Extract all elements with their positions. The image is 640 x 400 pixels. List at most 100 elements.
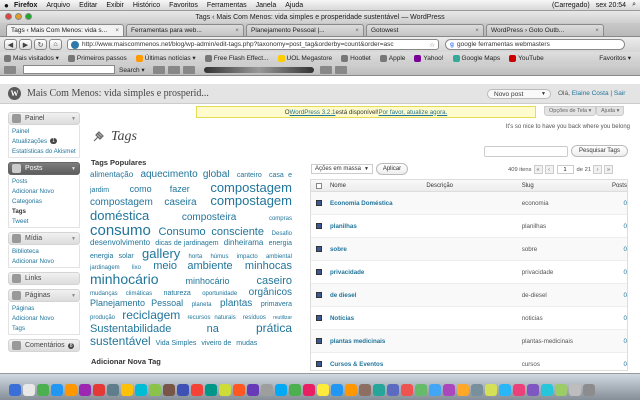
clock[interactable]: sex 20:54 [596,2,626,9]
close-window-icon[interactable] [5,13,12,20]
dock-app-icon[interactable] [583,384,595,396]
dock-app-icon[interactable] [303,384,315,396]
last-page-icon[interactable]: » [604,165,614,174]
update-now-link[interactable]: Por favor, atualize agora. [379,109,448,116]
tag-cloud-link[interactable]: minhocário [90,271,158,287]
bookmark-uol[interactable]: UOL Megastore [277,54,332,62]
sidebar-item-posts[interactable]: Posts [12,176,79,186]
bookmark-favoritos[interactable]: Favoritos ▾ [599,54,631,62]
menu-exibir[interactable]: Exibir [106,2,124,9]
bookmark-mais-visitados[interactable]: Mais visitados ▾ [4,54,59,62]
sidebar-item-akismet[interactable]: Estatísticas do Akismet [12,146,79,156]
addon-search-button[interactable]: Search ▾ [119,66,145,74]
tag-cloud-link[interactable]: mudanças climáticas [90,291,152,297]
tag-cloud-link[interactable]: mudas [236,340,257,347]
dock-app-icon[interactable] [401,384,413,396]
tag-cloud-link[interactable]: minhocas [245,260,292,272]
tag-cloud-link[interactable]: compostagem [210,193,292,208]
tab-gotowest[interactable]: Gotowest × [366,24,484,36]
addon-icon[interactable] [167,65,180,74]
tag-cloud-link[interactable]: canteiro [237,172,262,179]
tag-cloud-link[interactable]: Vida Simples [156,340,197,347]
tag-cloud-link[interactable]: Consumo consciente [159,226,264,238]
tag-search-input[interactable] [484,146,568,157]
new-post-dropdown[interactable]: Novo post ▼ [487,89,551,99]
tag-cloud-link[interactable]: casa e [269,172,292,179]
dock-app-icon[interactable] [289,384,301,396]
close-tab-icon[interactable]: × [351,27,359,34]
tag-cloud-link[interactable]: plantas [220,298,252,309]
sidebar-item-biblioteca[interactable]: Biblioteca [12,246,79,256]
dock-app-icon[interactable] [443,384,455,396]
dock-app-icon[interactable] [555,384,567,396]
dock-app-icon[interactable] [513,384,525,396]
dock-app-icon[interactable] [331,384,343,396]
addon-search-input[interactable] [23,65,115,74]
tag-cloud-link[interactable]: recursos naturais [187,315,235,321]
dock-app-icon[interactable] [135,384,147,396]
addon-icon[interactable] [334,65,347,74]
dock-app-icon[interactable] [233,384,245,396]
help-tab[interactable]: Ajuda ▾ [596,106,625,116]
tag-cloud-link[interactable]: jardim [90,187,109,194]
dock-app-icon[interactable] [415,384,427,396]
tag-name-link[interactable]: Cursos & Eventos [330,361,426,368]
dock-app-icon[interactable] [51,384,63,396]
dock-app-icon[interactable] [107,384,119,396]
prev-page-icon[interactable]: ‹ [544,165,554,174]
tag-cloud-link[interactable]: como fazer [130,184,190,194]
menu-arquivo[interactable]: Arquivo [46,2,70,9]
tag-cloud-link[interactable]: compostagem caseira [90,197,197,208]
addon-icon[interactable] [182,65,195,74]
menu-midia[interactable]: Mídia ▼ [8,232,80,245]
dock-app-icon[interactable] [429,384,441,396]
tag-cloud-link[interactable]: planeta [192,302,212,308]
bookmark-apple[interactable]: Apple [379,54,405,62]
home-icon[interactable]: ⌂ [49,39,62,50]
tag-name-link[interactable]: de diesel [330,292,426,299]
tag-cloud-link[interactable]: natureza [164,290,191,297]
dock-app-icon[interactable] [191,384,203,396]
menu-favoritos[interactable]: Favoritos [169,2,198,9]
sidebar-item-tweet[interactable]: Tweet [12,216,79,226]
menu-historico[interactable]: Histórico [133,2,160,9]
addon-icon[interactable] [319,65,332,74]
chevron-down-icon[interactable]: ▼ [71,293,76,299]
search-engine-icon[interactable]: g [450,41,454,48]
menu-editar[interactable]: Editar [79,2,97,9]
dock-app-icon[interactable] [219,384,231,396]
back-icon[interactable]: ◀ [4,39,17,50]
tag-post-count[interactable]: 0 [603,338,627,345]
tag-cloud-link[interactable]: alimentação [90,170,133,179]
bookmark-hootlet[interactable]: Hootlet [341,54,371,62]
menu-janela[interactable]: Janela [256,2,277,9]
tag-cloud-link[interactable]: oportunidade [202,291,237,297]
search-tags-button[interactable]: Pesquisar Tags [571,145,628,157]
tag-cloud-link[interactable]: produção [90,315,115,321]
spotlight-icon[interactable]: ⌕ [632,1,636,9]
dock-app-icon[interactable] [121,384,133,396]
dock-app-icon[interactable] [317,384,329,396]
row-checkbox[interactable] [316,361,322,367]
tag-cloud-link[interactable]: lixo [132,265,141,271]
sidebar-item-painel[interactable]: Painel [12,126,79,136]
dock-app-icon[interactable] [23,384,35,396]
row-checkbox[interactable] [316,246,322,252]
tab-wordpress[interactable]: WordPress › Goto Outb... × [486,24,604,36]
chevron-down-icon[interactable]: ▼ [71,116,76,122]
menu-app[interactable]: Firefox [14,2,37,9]
site-name[interactable]: Mais Com Menos: vida simples e prosperid… [27,88,209,99]
row-checkbox[interactable] [316,292,322,298]
tag-post-count[interactable]: 0 [603,269,627,276]
tag-cloud-link[interactable]: Sustentabilidade na [90,323,219,335]
tag-name-link[interactable]: sobre [330,246,426,253]
dock-app-icon[interactable] [359,384,371,396]
dock-app-icon[interactable] [387,384,399,396]
dock-app-icon[interactable] [149,384,161,396]
tag-cloud-link[interactable]: prática [256,321,292,335]
tag-cloud-link[interactable]: Planejamento Pessoal [90,298,183,308]
chevron-down-icon[interactable]: ▼ [71,236,76,242]
dock-app-icon[interactable] [205,384,217,396]
dock-app-icon[interactable] [541,384,553,396]
tag-cloud-link[interactable]: aquecimento global [140,170,229,180]
